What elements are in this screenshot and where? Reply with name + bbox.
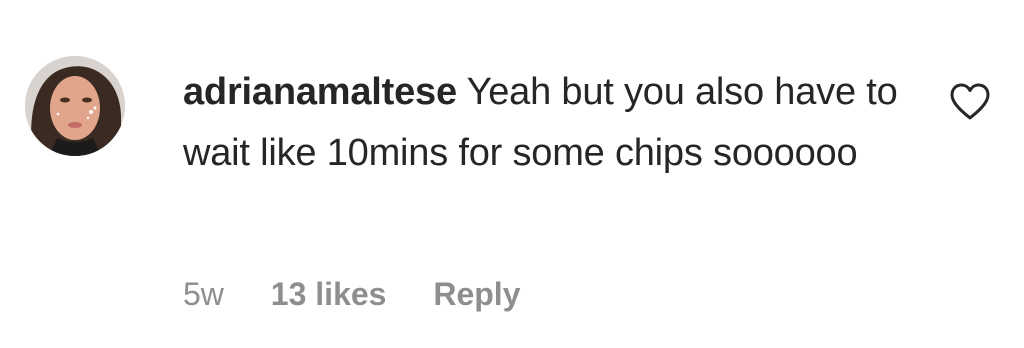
comment: adrianamaltese Yeah but you also have to… [0, 0, 1024, 348]
avatar[interactable] [25, 56, 125, 156]
comment-body: adrianamaltese Yeah but you also have to… [183, 62, 903, 184]
reply-button[interactable]: Reply [433, 272, 520, 316]
timestamp[interactable]: 5w [183, 272, 224, 316]
likes-count[interactable]: 13 likes [271, 272, 387, 316]
username[interactable]: adrianamaltese [183, 71, 457, 113]
avatar-photo [25, 56, 125, 156]
comment-text-block: adrianamaltese Yeah but you also have to… [183, 62, 903, 184]
comment-meta: 5w 13 likes Reply [183, 272, 520, 316]
heart-outline-icon [950, 83, 990, 120]
like-button[interactable] [948, 82, 992, 122]
